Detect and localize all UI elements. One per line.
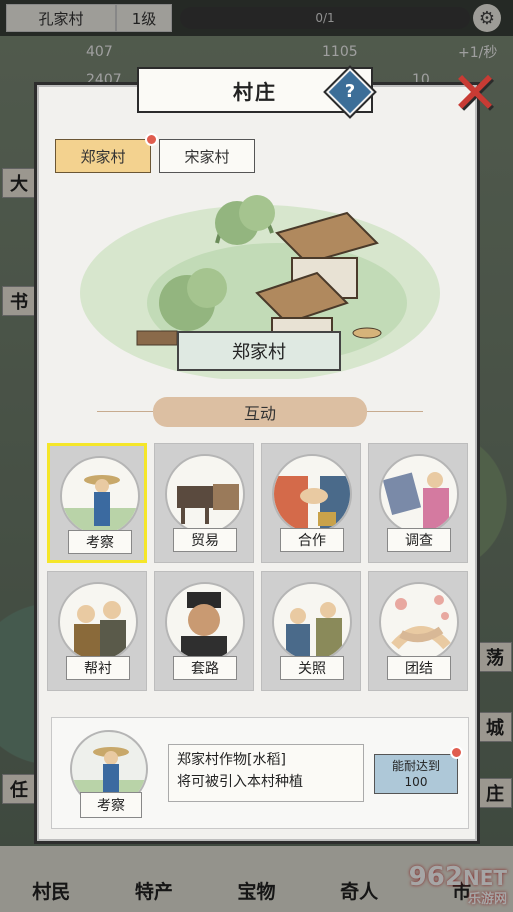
notification-dot (450, 746, 463, 759)
scene-village-name: 郑家村 (177, 331, 341, 371)
trick-portrait (165, 582, 245, 662)
tab-label: 郑家村 (80, 147, 126, 166)
section-title: 互动 (243, 404, 276, 423)
action-help[interactable]: 帮衬 (47, 571, 147, 691)
help-portrait (58, 582, 138, 662)
unite-portrait (379, 582, 459, 662)
action-label: 调查 (387, 528, 451, 552)
question-icon: ? (344, 81, 356, 102)
care-portrait (272, 582, 352, 662)
investigate-portrait (379, 454, 459, 534)
action-label: 考察 (68, 530, 132, 554)
notification-dot (145, 133, 158, 146)
inspect-portrait (60, 456, 140, 536)
interaction-section-header: 互动 (97, 395, 423, 429)
tab-song-village[interactable]: 宋家村 (159, 139, 255, 173)
action-info-panel: 考察 郑家村作物[水稻] 将可被引入本村种植 能耐达到 100 (51, 717, 469, 829)
action-label: 合作 (280, 528, 344, 552)
village-dialog: 村庄 ? ✕ 郑家村 宋家村 郑家村 互动 考察 贸易 合作 调查 帮衬 套路 … (34, 64, 499, 844)
action-label: 套路 (173, 656, 237, 680)
close-button[interactable]: ✕ (447, 64, 503, 123)
action-inspect[interactable]: 考察 (47, 443, 147, 563)
requirement-button[interactable]: 能耐达到 100 (374, 754, 458, 794)
info-action-label: 考察 (80, 792, 142, 818)
action-label: 帮衬 (66, 656, 130, 680)
action-label: 关照 (280, 656, 344, 680)
trade-portrait (165, 454, 245, 534)
info-line-2: 将可被引入本村种植 (177, 774, 303, 790)
cooperate-portrait (272, 454, 352, 534)
action-care[interactable]: 关照 (261, 571, 361, 691)
action-investigate[interactable]: 调查 (368, 443, 468, 563)
action-trade[interactable]: 贸易 (154, 443, 254, 563)
close-icon: ✕ (450, 59, 500, 127)
info-line-1: 郑家村作物[水稻] (177, 752, 286, 768)
tab-label: 宋家村 (184, 147, 230, 166)
action-unite[interactable]: 团结 (368, 571, 468, 691)
action-trick[interactable]: 套路 (154, 571, 254, 691)
info-description: 郑家村作物[水稻] 将可被引入本村种植 (168, 744, 364, 802)
action-label: 团结 (387, 656, 451, 680)
requirement-label: 能耐达到 (391, 759, 440, 773)
requirement-value: 100 (404, 775, 428, 789)
action-label: 贸易 (173, 528, 237, 552)
action-cooperate[interactable]: 合作 (261, 443, 361, 563)
tab-zheng-village[interactable]: 郑家村 (55, 139, 151, 173)
